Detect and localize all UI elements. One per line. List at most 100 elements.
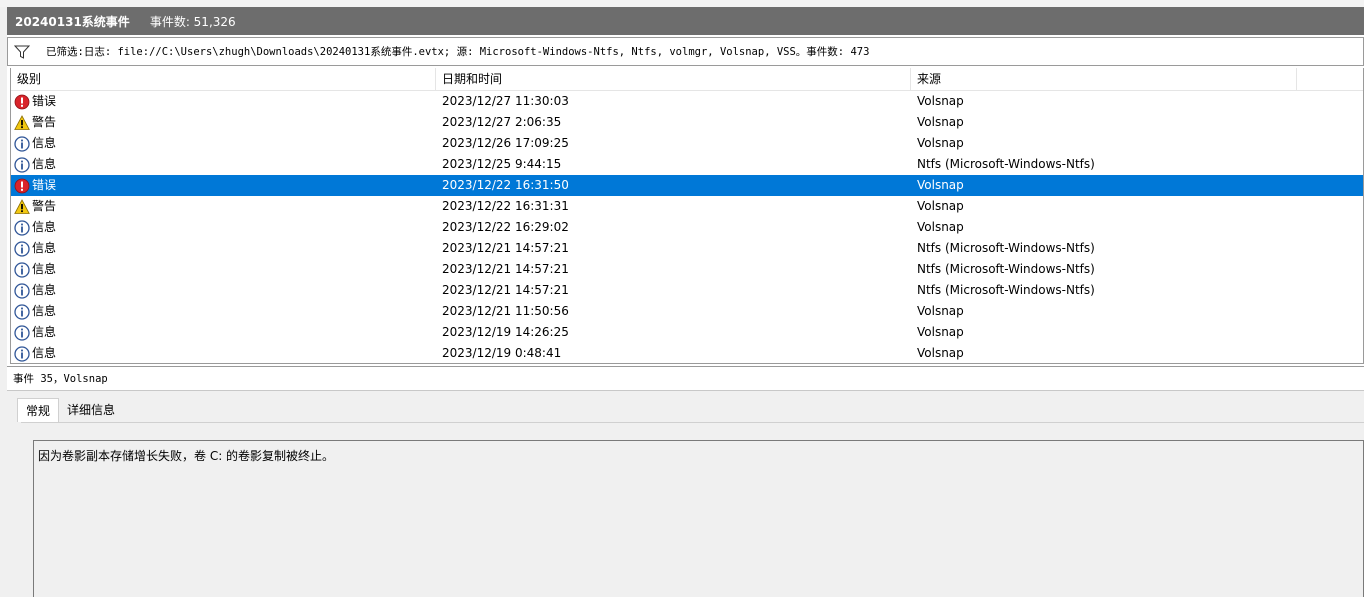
cell-date: 2023/12/25 9:44:15 [442, 157, 562, 171]
table-row[interactable]: 错误 2023/12/27 11:30:03 Volsnap [11, 91, 1363, 112]
info-icon [14, 282, 30, 299]
detail-tabs: 常规 详细信息 [17, 398, 123, 422]
column-header-level[interactable]: 级别 [11, 68, 436, 90]
cell-date: 2023/12/27 2:06:35 [442, 115, 562, 129]
level-label: 信息 [32, 262, 57, 276]
level-label: 信息 [32, 157, 57, 171]
cell-date: 2023/12/22 16:29:02 [442, 220, 569, 234]
cell-level: 信息 [14, 133, 434, 154]
events-table[interactable]: 级别 日期和时间 来源 错误 2023/12/27 11:30:03 Volsnap… [10, 68, 1364, 364]
level-label: 信息 [32, 325, 57, 339]
level-label: 错误 [32, 178, 57, 192]
info-icon [14, 240, 30, 257]
level-label: 错误 [32, 94, 57, 108]
cell-date: 2023/12/21 14:57:21 [442, 283, 569, 297]
top-strip [0, 0, 1364, 7]
table-row[interactable]: 信息 2023/12/21 14:57:21 Ntfs (Microsoft-Win… [11, 238, 1363, 259]
error-icon [14, 94, 30, 109]
cell-level: 信息 [14, 238, 434, 259]
cell-source: Volsnap [917, 199, 964, 213]
table-row[interactable]: 信息 2023/12/26 17:09:25 Volsnap [11, 133, 1363, 154]
error-icon [14, 178, 30, 193]
cell-source: Volsnap [917, 346, 964, 360]
filter-icon [14, 45, 30, 59]
level-label: 信息 [32, 241, 57, 255]
cell-source: Ntfs (Microsoft-Windows-Ntfs) [917, 241, 1095, 255]
cell-date: 2023/12/21 14:57:21 [442, 241, 569, 255]
warning-icon [14, 114, 30, 130]
cell-source: Volsnap [917, 94, 964, 108]
table-row[interactable]: 信息 2023/12/19 0:48:41 Volsnap [11, 343, 1363, 363]
column-header-source[interactable]: 来源 [911, 68, 1297, 90]
cell-level: 错误 [14, 175, 434, 196]
table-row[interactable]: 信息 2023/12/21 14:57:21 Ntfs (Microsoft-Win… [11, 280, 1363, 301]
cell-source: Ntfs (Microsoft-Windows-Ntfs) [917, 157, 1095, 171]
cell-date: 2023/12/22 16:31:50 [442, 178, 569, 192]
cell-source: Volsnap [917, 220, 964, 234]
log-title: 20240131系统事件 [15, 14, 130, 29]
cell-level: 信息 [14, 259, 434, 280]
cell-level: 信息 [14, 217, 434, 238]
table-row[interactable]: 错误 2023/12/22 16:31:50 Volsnap [11, 175, 1363, 196]
cell-source: Volsnap [917, 178, 964, 192]
table-row[interactable]: 信息 2023/12/21 11:50:56 Volsnap [11, 301, 1363, 322]
info-icon [14, 303, 30, 320]
level-label: 信息 [32, 346, 57, 360]
cell-date: 2023/12/19 14:26:25 [442, 325, 569, 339]
cell-source: Volsnap [917, 325, 964, 339]
filter-description: 已筛选:日志: file://C:\Users\zhugh\Downloads\… [46, 46, 870, 58]
cell-level: 警告 [14, 196, 434, 217]
cell-level: 信息 [14, 301, 434, 322]
table-row[interactable]: 警告 2023/12/27 2:06:35 Volsnap [11, 112, 1363, 133]
info-icon [14, 324, 30, 341]
tab-details[interactable]: 详细信息 [59, 398, 123, 422]
event-viewer-window: 20240131系统事件 事件数: 51,326 已筛选:日志: file://… [0, 0, 1364, 597]
info-icon [14, 156, 30, 173]
cell-date: 2023/12/19 0:48:41 [442, 346, 562, 360]
event-description[interactable]: 因为卷影副本存储增长失败，卷 C: 的卷影复制被终止。 [33, 440, 1364, 597]
cell-date: 2023/12/26 17:09:25 [442, 136, 569, 150]
cell-date: 2023/12/21 14:57:21 [442, 262, 569, 276]
cell-date: 2023/12/22 16:31:31 [442, 199, 569, 213]
cell-level: 信息 [14, 280, 434, 301]
cell-level: 警告 [14, 112, 434, 133]
level-label: 信息 [32, 304, 57, 318]
level-label: 信息 [32, 283, 57, 297]
cell-source: Volsnap [917, 115, 964, 129]
table-header: 级别 日期和时间 来源 [11, 68, 1363, 91]
cell-source: Ntfs (Microsoft-Windows-Ntfs) [917, 283, 1095, 297]
cell-source: Ntfs (Microsoft-Windows-Ntfs) [917, 262, 1095, 276]
cell-level: 信息 [14, 343, 434, 363]
table-row[interactable]: 信息 2023/12/25 9:44:15 Ntfs (Microsoft-Wind… [11, 154, 1363, 175]
event-detail-panel: 事件 35，Volsnap 常规 详细信息 因为卷影副本存储增长失败，卷 C: … [7, 366, 1364, 597]
cell-source: Volsnap [917, 136, 964, 150]
info-icon [14, 219, 30, 236]
table-row[interactable]: 信息 2023/12/22 16:29:02 Volsnap [11, 217, 1363, 238]
cell-level: 错误 [14, 91, 434, 112]
column-header-date[interactable]: 日期和时间 [436, 68, 911, 90]
level-label: 信息 [32, 220, 57, 234]
level-label: 警告 [32, 199, 57, 213]
level-label: 信息 [32, 136, 57, 150]
info-icon [14, 135, 30, 152]
table-body: 错误 2023/12/27 11:30:03 Volsnap 警告 2023/12/27… [11, 91, 1363, 363]
event-detail-header: 事件 35，Volsnap [7, 367, 1364, 391]
info-icon [14, 345, 30, 362]
table-row[interactable]: 信息 2023/12/19 14:26:25 Volsnap [11, 322, 1363, 343]
table-row[interactable]: 信息 2023/12/21 14:57:21 Ntfs (Microsoft-Win… [11, 259, 1363, 280]
warning-icon [14, 198, 30, 214]
tab-general[interactable]: 常规 [17, 398, 60, 422]
table-row[interactable]: 警告 2023/12/22 16:31:31 Volsnap [11, 196, 1363, 217]
left-edge [0, 7, 7, 597]
cell-date: 2023/12/21 11:50:56 [442, 304, 569, 318]
info-icon [14, 261, 30, 278]
filter-bar: 已筛选:日志: file://C:\Users\zhugh\Downloads\… [7, 37, 1364, 66]
cell-level: 信息 [14, 154, 434, 175]
cell-source: Volsnap [917, 304, 964, 318]
level-label: 警告 [32, 115, 57, 129]
cell-level: 信息 [14, 322, 434, 343]
log-title-bar: 20240131系统事件 事件数: 51,326 [7, 7, 1364, 35]
event-count: 事件数: 51,326 [149, 14, 236, 29]
tab-content: 因为卷影副本存储增长失败，卷 C: 的卷影复制被终止。 [21, 422, 1364, 597]
cell-date: 2023/12/27 11:30:03 [442, 94, 569, 108]
